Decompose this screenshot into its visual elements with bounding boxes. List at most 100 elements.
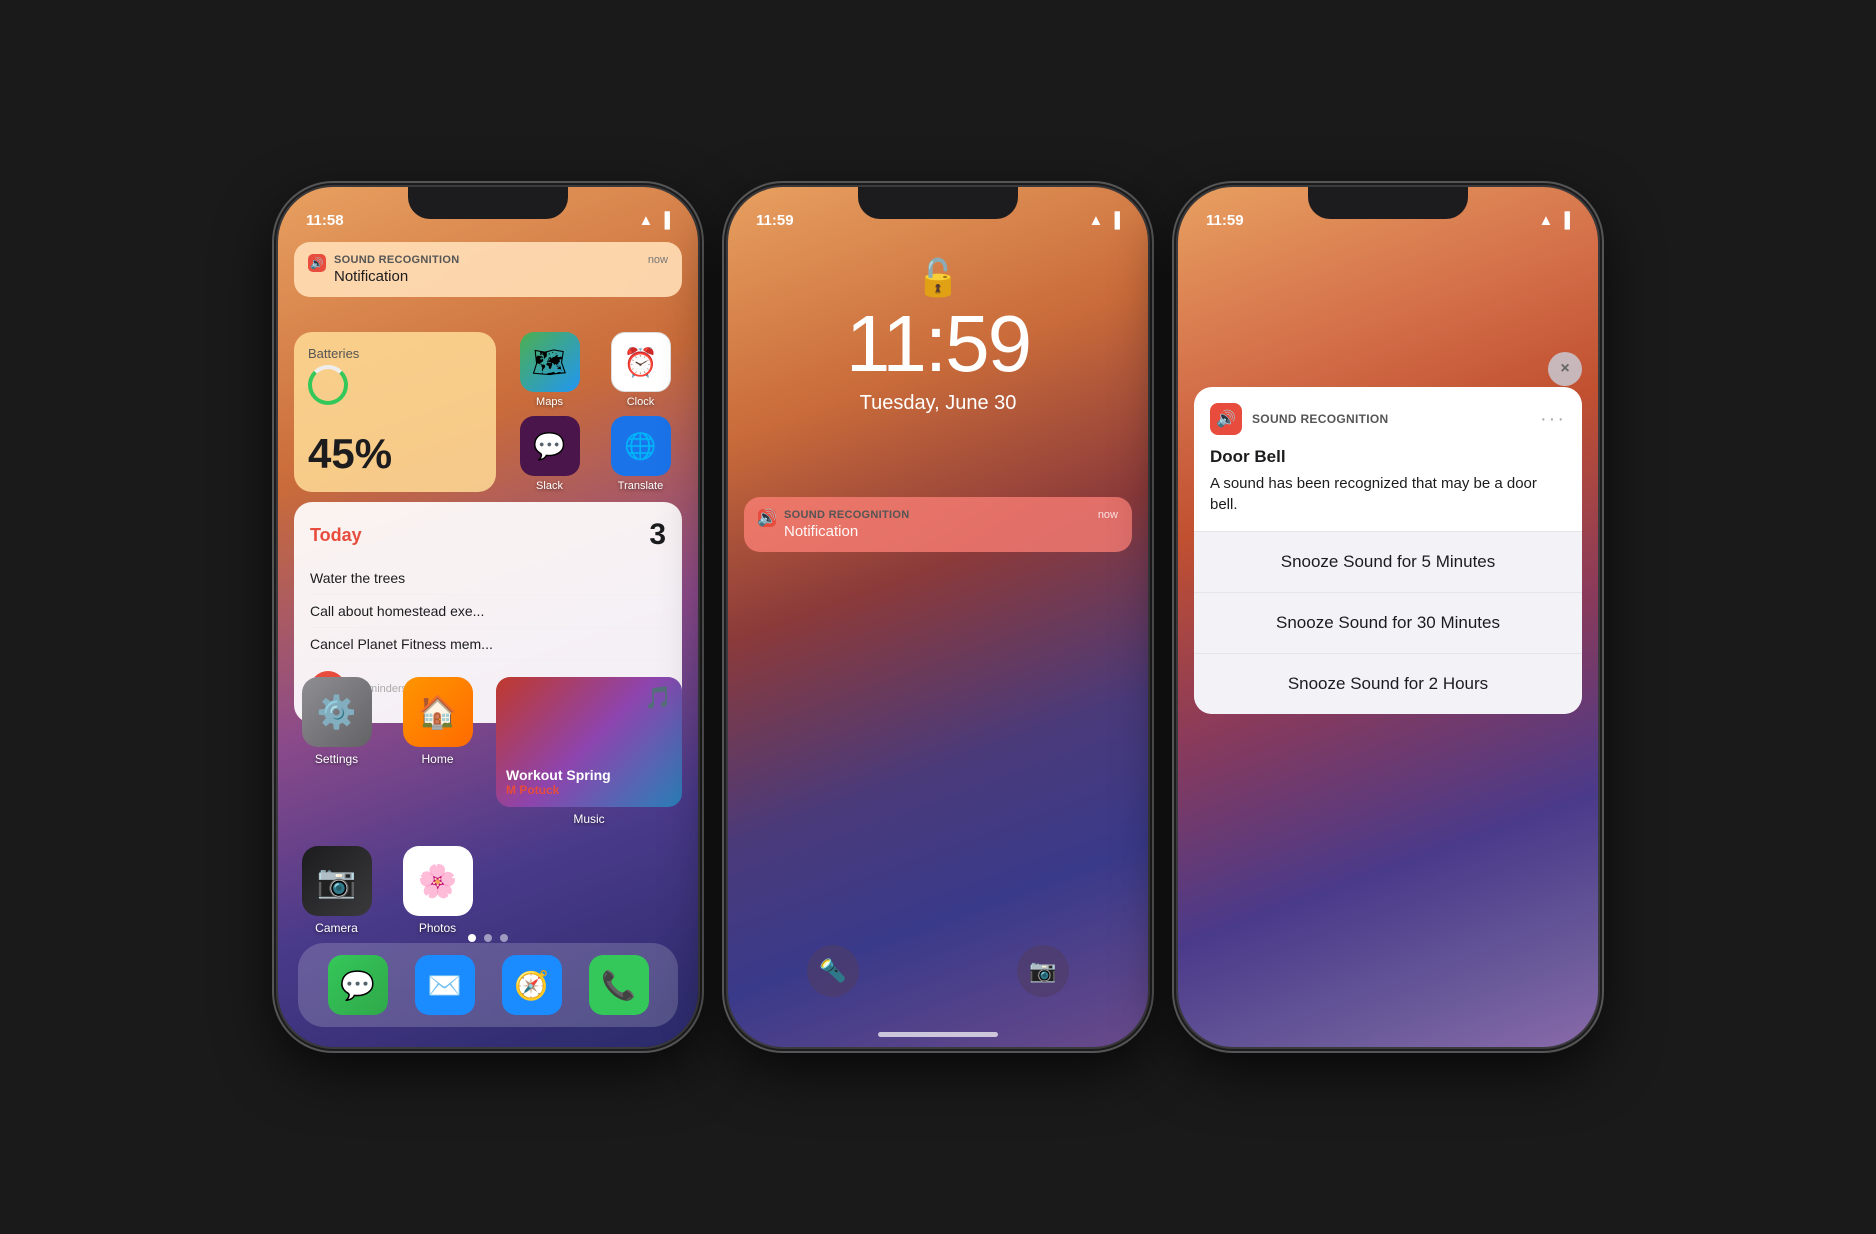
lock-notification[interactable]: 🔊 SOUND RECOGNITION now Notification [744,497,1132,552]
lock-bottom-controls: 🔦 📷 [728,945,1148,997]
app-music[interactable]: 🎵 Workout Spring M Potuck Music [496,677,682,826]
clock-label: Clock [627,396,655,408]
notif-detail-title: Door Bell [1210,447,1566,467]
dock-safari[interactable]: 🧭 [502,955,562,1015]
dock-messages[interactable]: 💬 [328,955,388,1015]
reminder-item-2[interactable]: Call about homestead exe... [310,595,666,628]
battery-icon-2: ▐ [1109,212,1120,229]
snooze-5-minutes-button[interactable]: Snooze Sound for 5 Minutes [1194,532,1582,593]
notif-header-1: SOUND RECOGNITION now [334,254,668,266]
notif-detail-description: A sound has been recognized that may be … [1210,473,1566,515]
music-label: Music [573,812,604,826]
app-home[interactable]: 🏠 Home [395,677,480,826]
home-indicator-2 [878,1032,998,1037]
snooze-30-minutes-button[interactable]: Snooze Sound for 30 Minutes [1194,593,1582,654]
music-widget[interactable]: 🎵 Workout Spring M Potuck [496,677,682,807]
app-translate[interactable]: 🌐 Translate [599,416,682,492]
notif-time-1: now [648,254,668,266]
maps-label: Maps [536,396,563,408]
notch-3 [1308,187,1468,219]
wifi-icon-3: ▲ [1539,212,1554,229]
battery-widget-label: Batteries [308,346,482,361]
app-settings[interactable]: ⚙️ Settings [294,677,379,826]
battery-icon-3: ▐ [1559,212,1570,229]
notch-1 [408,187,568,219]
widget-row-1: Batteries 45% 🗺 Maps ⏰ Clock [294,332,682,492]
home-label: Home [421,752,453,766]
lock-notif-message: Notification [784,523,1118,540]
home-icon: 🏠 [403,677,473,747]
reminders-today: Today [310,525,362,546]
wifi-icon-2: ▲ [1089,212,1104,229]
lock-notif-header: SOUND RECOGNITION now [784,509,1118,521]
phone-2: 11:59 ▲ ▐ 🔓 11:59 Tuesday, June 30 🔊 [728,187,1148,1047]
battery-percentage: 45% [308,430,482,478]
lock-time: 11:59 [846,304,1030,384]
notif-detail-app-name: SOUND RECOGNITION [1252,412,1388,426]
notif-more-options[interactable]: ··· [1540,408,1566,431]
battery-widget[interactable]: Batteries 45% [294,332,496,492]
app-photos[interactable]: 🌸 Photos [395,846,480,935]
flashlight-button[interactable]: 🔦 [807,945,859,997]
translate-icon: 🌐 [611,416,671,476]
app-maps[interactable]: 🗺 Maps [508,332,591,408]
sound-detail-icon: 🔊 [1216,409,1236,429]
notif-content-1: SOUND RECOGNITION now Notification [334,254,668,285]
status-time-3: 11:59 [1206,212,1244,229]
status-right-1: ▲ ▐ [639,212,671,229]
slack-label: Slack [536,480,563,492]
clock-icon: ⏰ [611,332,671,392]
main-app-grid: ⚙️ Settings 🏠 Home 🎵 Workout Spring M Po… [294,677,682,935]
phone-1: 11:58 ▲ ▐ 🔊 SOUND RECOGNITION now Notifi… [278,187,698,1047]
lock-icon: 🔓 [916,257,961,299]
close-notification-button[interactable]: × [1548,352,1582,386]
wifi-icon-1: ▲ [639,212,654,229]
dot-2 [484,934,492,942]
phone-3: 11:59 ▲ ▐ × 🔊 SOUND RECOGNITION ··· [1178,187,1598,1047]
music-title: Workout Spring [506,767,672,783]
battery-icon-1: ▐ [659,212,670,229]
sound-wave-icon-1: 🔊 [310,257,324,270]
snooze-2-hours-button[interactable]: Snooze Sound for 2 Hours [1194,654,1582,714]
camera-label: Camera [315,921,358,935]
app-clock[interactable]: ⏰ Clock [599,332,682,408]
notif-app-name-1: SOUND RECOGNITION [334,254,460,266]
lock-date: Tuesday, June 30 [860,392,1017,415]
lock-notif-content: SOUND RECOGNITION now Notification [784,509,1118,540]
camera-lock-button[interactable]: 📷 [1017,945,1069,997]
notif-app-icon-1: 🔊 [308,254,326,272]
lock-sound-icon: 🔊 [757,508,777,528]
notif-detail-body: Door Bell A sound has been recognized th… [1194,447,1582,531]
page-dots-1 [278,934,698,942]
reminders-count: 3 [649,518,666,552]
notif-message-1: Notification [334,268,668,285]
dot-3 [500,934,508,942]
app-camera[interactable]: 📷 Camera [294,846,379,935]
dock-1: 💬 ✉️ 🧭 📞 [298,943,678,1027]
reminder-item-1[interactable]: Water the trees [310,562,666,595]
status-time-1: 11:58 [306,212,344,229]
music-note-icon: 🎵 [645,685,672,711]
photos-label: Photos [419,921,456,935]
dot-1 [468,934,476,942]
reminders-header: Today 3 [310,518,666,552]
dock-mail[interactable]: ✉️ [415,955,475,1015]
lock-notif-icon: 🔊 [758,509,776,527]
camera-icon: 📷 [302,846,372,916]
lock-notif-time: now [1098,509,1118,521]
translate-label: Translate [618,480,663,492]
apps-grid-small: 🗺 Maps ⏰ Clock 💬 Slack 🌐 Translate [508,332,682,492]
status-right-2: ▲ ▐ [1089,212,1121,229]
dock-phone[interactable]: 📞 [589,955,649,1015]
app-slack[interactable]: 💬 Slack [508,416,591,492]
settings-label: Settings [315,752,358,766]
notif-detail-header: 🔊 SOUND RECOGNITION ··· [1194,387,1582,447]
music-artist: M Potuck [506,783,672,797]
battery-circle-icon [308,365,348,405]
notification-detail-card: 🔊 SOUND RECOGNITION ··· Door Bell A soun… [1194,387,1582,714]
reminder-item-3[interactable]: Cancel Planet Fitness mem... [310,628,666,661]
status-time-2: 11:59 [756,212,794,229]
maps-icon: 🗺 [520,332,580,392]
notification-banner-1[interactable]: 🔊 SOUND RECOGNITION now Notification [294,242,682,297]
slack-icon: 💬 [520,416,580,476]
